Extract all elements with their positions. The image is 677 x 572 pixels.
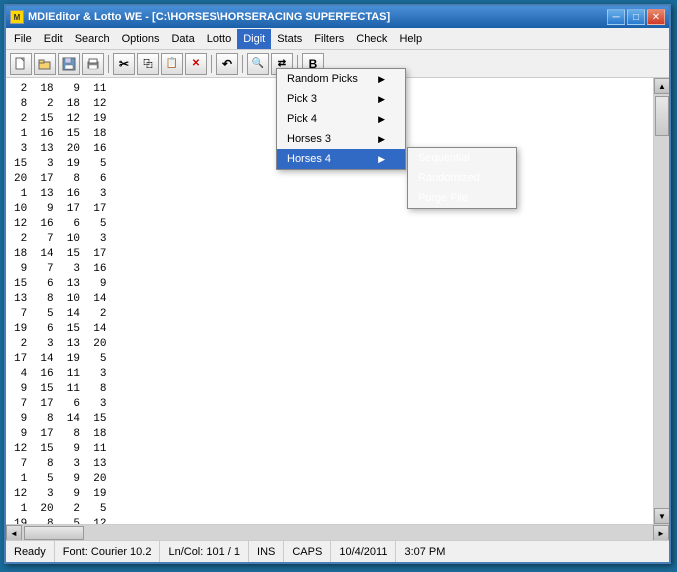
print-button[interactable]	[82, 53, 104, 75]
digit-dropdown-menu: Random Picks ▶ Pick 3 ▶ Pick 4 ▶ Horses …	[276, 68, 406, 170]
submenu-sequential[interactable]: Sequential	[408, 148, 516, 168]
title-bar-left: M MDIEditor & Lotto WE - [C:\HORSES\HORS…	[10, 10, 390, 24]
digit-menu-horses3[interactable]: Horses 3 ▶	[277, 129, 405, 149]
close-button[interactable]: ✕	[647, 9, 665, 25]
cut-button[interactable]: ✂	[113, 53, 135, 75]
find-button[interactable]: 🔍	[247, 53, 269, 75]
title-bar: M MDIEditor & Lotto WE - [C:\HORSES\HORS…	[6, 6, 669, 28]
scroll-h-track[interactable]	[22, 525, 653, 540]
scroll-track[interactable]	[654, 94, 669, 508]
main-window: M MDIEditor & Lotto WE - [C:\HORSES\HORS…	[4, 4, 671, 564]
scroll-left-button[interactable]: ◄	[6, 525, 22, 541]
scroll-h-thumb[interactable]	[24, 526, 84, 540]
delete-button[interactable]: ✕	[185, 53, 207, 75]
digit-menu-pick3[interactable]: Pick 3 ▶	[277, 89, 405, 109]
title-controls: ─ □ ✕	[607, 9, 665, 25]
horses3-arrow: ▶	[378, 134, 385, 145]
scroll-right-button[interactable]: ►	[653, 525, 669, 541]
status-date: 10/4/2011	[331, 541, 396, 562]
horses4-arrow: ▶	[378, 154, 385, 165]
save-button[interactable]	[58, 53, 80, 75]
vertical-scrollbar[interactable]: ▲ ▼	[653, 78, 669, 524]
menu-item-file[interactable]: File	[8, 29, 38, 49]
open-button[interactable]	[34, 53, 56, 75]
toolbar-separator-3	[242, 55, 243, 73]
submenu-purge-file[interactable]: Purge File	[408, 188, 516, 208]
restore-button[interactable]: □	[627, 9, 645, 25]
status-ready: Ready	[6, 541, 55, 562]
status-caps: CAPS	[284, 541, 331, 562]
scroll-up-button[interactable]: ▲	[654, 78, 669, 94]
menu-item-data[interactable]: Data	[165, 29, 200, 49]
minimize-button[interactable]: ─	[607, 9, 625, 25]
pick3-arrow: ▶	[378, 94, 385, 105]
digit-menu-pick4[interactable]: Pick 4 ▶	[277, 109, 405, 129]
submenu-randomized[interactable]: Randomized	[408, 168, 516, 188]
menu-item-check[interactable]: Check	[350, 29, 393, 49]
status-font: Font: Courier 10.2	[55, 541, 161, 562]
app-icon: M	[10, 10, 24, 24]
menu-item-lotto[interactable]: Lotto	[201, 29, 237, 49]
status-bar: Ready Font: Courier 10.2 Ln/Col: 101 / 1…	[6, 540, 669, 562]
new-button[interactable]	[10, 53, 32, 75]
digit-menu-random-picks[interactable]: Random Picks ▶	[277, 69, 405, 89]
scroll-down-button[interactable]: ▼	[654, 508, 669, 524]
horses4-submenu: Sequential Randomized Purge File	[407, 147, 517, 209]
menu-item-stats[interactable]: Stats	[271, 29, 308, 49]
random-picks-arrow: ▶	[378, 74, 385, 85]
menu-item-search[interactable]: Search	[69, 29, 116, 49]
horizontal-scrollbar[interactable]: ◄ ►	[6, 524, 669, 540]
status-time: 3:07 PM	[396, 541, 453, 562]
menu-item-help[interactable]: Help	[393, 29, 428, 49]
copy-button[interactable]: ⿻	[137, 53, 159, 75]
undo-button[interactable]: ↶	[216, 53, 238, 75]
menu-item-digit[interactable]: Digit	[237, 29, 271, 49]
digit-menu-horses4[interactable]: Horses 4 ▶ Sequential Randomized Purge F…	[277, 149, 405, 169]
toolbar-separator-2	[211, 55, 212, 73]
status-position: Ln/Col: 101 / 1	[160, 541, 249, 562]
menu-item-edit[interactable]: Edit	[38, 29, 69, 49]
window-title: MDIEditor & Lotto WE - [C:\HORSES\HORSER…	[28, 11, 390, 23]
pick4-arrow: ▶	[378, 114, 385, 125]
menu-item-filters[interactable]: Filters	[308, 29, 350, 49]
paste-button[interactable]: 📋	[161, 53, 183, 75]
scroll-thumb[interactable]	[655, 96, 669, 136]
menu-bar: File Edit Search Options Data Lotto Digi…	[6, 28, 669, 50]
status-ins: INS	[249, 541, 284, 562]
toolbar-separator-1	[108, 55, 109, 73]
menu-item-options[interactable]: Options	[116, 29, 166, 49]
